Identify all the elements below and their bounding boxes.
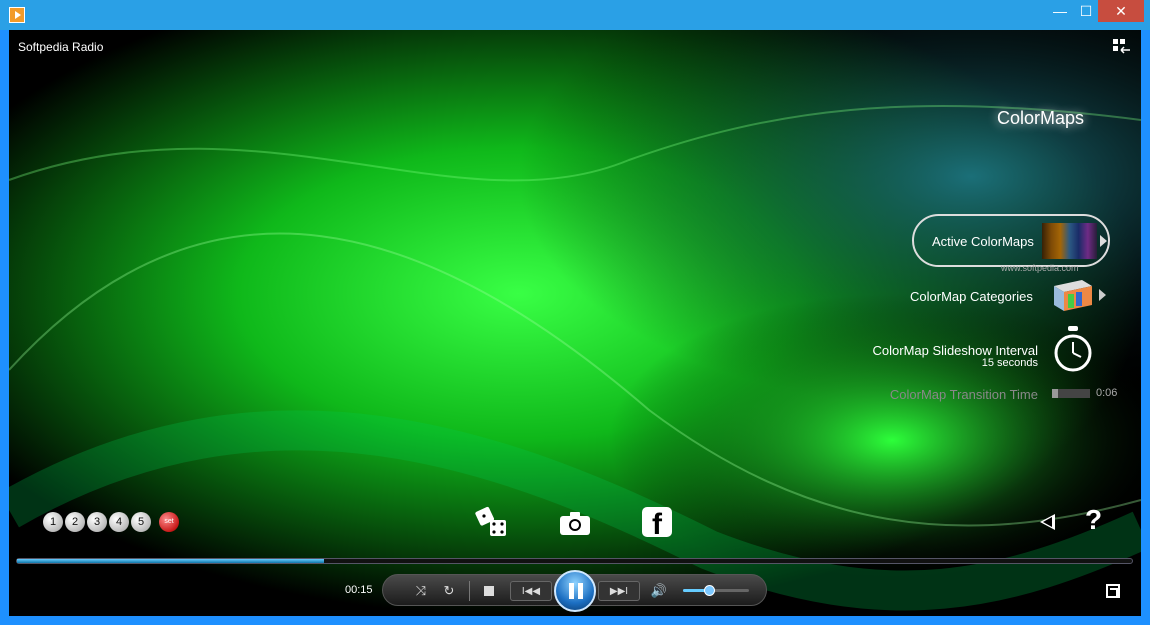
next-icon[interactable]: ▶▶I (598, 581, 640, 601)
facebook-icon[interactable]: f (642, 507, 672, 537)
shuffle-icon[interactable]: ⤨ (411, 581, 431, 601)
app-icon (9, 7, 25, 23)
preset-group: 1 2 3 4 5 set (43, 512, 179, 532)
seek-bar[interactable] (16, 558, 1133, 564)
minimize-button[interactable]: — (1047, 0, 1073, 22)
title-bar: — ☐ ✕ (0, 0, 1150, 30)
repeat-icon[interactable]: ↻ (439, 581, 459, 601)
seek-progress (17, 559, 324, 563)
chevron-right-icon (1100, 235, 1107, 247)
pause-icon[interactable] (554, 570, 596, 612)
preset-4-button[interactable]: 4 (109, 512, 129, 532)
slideshow-interval-value: 15 seconds (981, 357, 1038, 369)
visualization-stage: Softpedia Radio ColorMaps Active ColorMa… (9, 30, 1141, 616)
active-colormaps-label: Active ColorMaps (932, 234, 1034, 249)
close-button[interactable]: ✕ (1098, 0, 1144, 22)
elapsed-time: 00:15 (345, 584, 373, 596)
transition-time-slider[interactable] (1052, 389, 1090, 398)
preset-2-button[interactable]: 2 (65, 512, 85, 532)
colormaps-title: ColorMaps (997, 108, 1085, 128)
app-title: Softpedia Radio (18, 40, 104, 54)
watermark: www.softpedia.com (1001, 263, 1079, 273)
camera-icon[interactable] (559, 510, 591, 536)
transition-time-label: ColorMap Transition Time (889, 387, 1038, 402)
back-icon[interactable] (1040, 514, 1055, 530)
chevron-right-icon[interactable] (1099, 289, 1106, 301)
layout-icon[interactable] (1113, 39, 1131, 55)
transition-time-fill (1052, 389, 1059, 398)
transition-time-value: 0:06 (1096, 387, 1118, 399)
preset-5-button[interactable]: 5 (131, 512, 151, 532)
previous-icon[interactable]: I◀◀ (510, 581, 552, 601)
preset-set-button[interactable]: set (159, 512, 179, 532)
stop-icon[interactable] (482, 581, 496, 601)
spectrum-thumbnail (1042, 223, 1097, 259)
help-icon[interactable]: ? (1085, 504, 1102, 536)
active-colormaps-item[interactable]: Active ColorMaps (912, 214, 1110, 267)
maximize-button[interactable]: ☐ (1073, 0, 1099, 22)
stopwatch-icon[interactable] (1053, 326, 1093, 374)
mini-view-icon[interactable] (1106, 584, 1120, 598)
volume-knob[interactable] (704, 585, 716, 596)
preset-1-button[interactable]: 1 (43, 512, 63, 532)
volume-slider[interactable] (683, 585, 749, 596)
colormap-categories-label[interactable]: ColorMap Categories (910, 289, 1033, 304)
separator (469, 581, 470, 601)
preset-3-button[interactable]: 3 (87, 512, 107, 532)
playback-controls: ⤨ ↻ I◀◀ ▶▶I 🔊 (382, 570, 767, 612)
slideshow-interval-label[interactable]: ColorMap Slideshow Interval (873, 343, 1038, 358)
volume-icon[interactable]: 🔊 (650, 581, 668, 601)
cube-icon[interactable] (1052, 278, 1094, 312)
dice-icon[interactable] (475, 506, 509, 540)
